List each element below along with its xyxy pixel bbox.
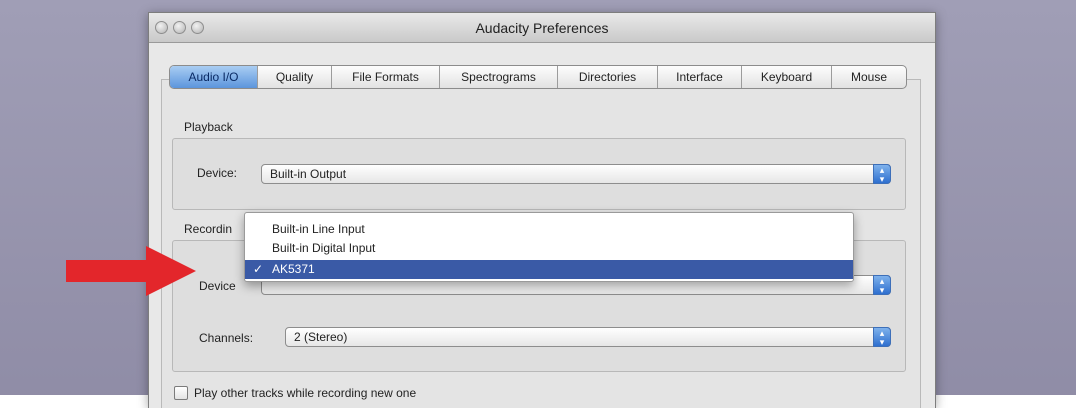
- recording-device-label: Device: [199, 279, 236, 293]
- preferences-tab-bar: Audio I/O Quality File Formats Spectrogr…: [169, 65, 907, 89]
- menu-item-ak5371-label: AK5371: [272, 262, 315, 276]
- tab-keyboard[interactable]: Keyboard: [742, 66, 832, 88]
- menu-item-digital-input[interactable]: Built-in Digital Input: [245, 239, 853, 258]
- menu-item-ak5371[interactable]: ✓ AK5371: [245, 260, 853, 279]
- playback-group-label: Playback: [184, 120, 233, 134]
- checkmark-icon: ✓: [253, 262, 264, 276]
- tab-spectrograms[interactable]: Spectrograms: [440, 66, 558, 88]
- channels-value: 2 (Stereo): [294, 330, 348, 344]
- channels-popup[interactable]: 2 (Stereo) ▴ ▾: [285, 327, 891, 347]
- tab-mouse[interactable]: Mouse: [832, 66, 906, 88]
- title-bar[interactable]: Audacity Preferences: [149, 13, 935, 43]
- tab-interface[interactable]: Interface: [658, 66, 742, 88]
- playback-device-popup[interactable]: Built-in Output ▴ ▾: [261, 164, 891, 184]
- menu-item-line-input[interactable]: Built-in Line Input: [245, 220, 853, 239]
- playback-group: Device: Built-in Output ▴ ▾: [172, 138, 906, 210]
- play-other-tracks-option[interactable]: Play other tracks while recording new on…: [174, 386, 416, 400]
- red-pointer-arrow-icon: [66, 246, 196, 296]
- tab-directories[interactable]: Directories: [558, 66, 658, 88]
- play-other-tracks-checkbox[interactable]: [174, 386, 188, 400]
- playback-device-label: Device:: [197, 166, 238, 180]
- play-other-tracks-label: Play other tracks while recording new on…: [194, 386, 417, 400]
- recording-device-menu: Built-in Line Input Built-in Digital Inp…: [244, 212, 854, 282]
- preferences-window: Audacity Preferences Playback Device: Bu…: [148, 12, 936, 408]
- tab-audio-io[interactable]: Audio I/O: [170, 66, 258, 88]
- up-down-arrows-icon: ▴ ▾: [873, 164, 891, 184]
- up-down-arrows-icon: ▴ ▾: [873, 327, 891, 347]
- window-title: Audacity Preferences: [475, 20, 609, 36]
- channels-label: Channels:: [199, 331, 254, 345]
- tab-quality[interactable]: Quality: [258, 66, 332, 88]
- up-down-arrows-icon: ▴ ▾: [873, 275, 891, 295]
- tab-file-formats[interactable]: File Formats: [332, 66, 440, 88]
- playback-device-value: Built-in Output: [270, 167, 347, 181]
- recording-group-label: Recordin: [184, 222, 233, 236]
